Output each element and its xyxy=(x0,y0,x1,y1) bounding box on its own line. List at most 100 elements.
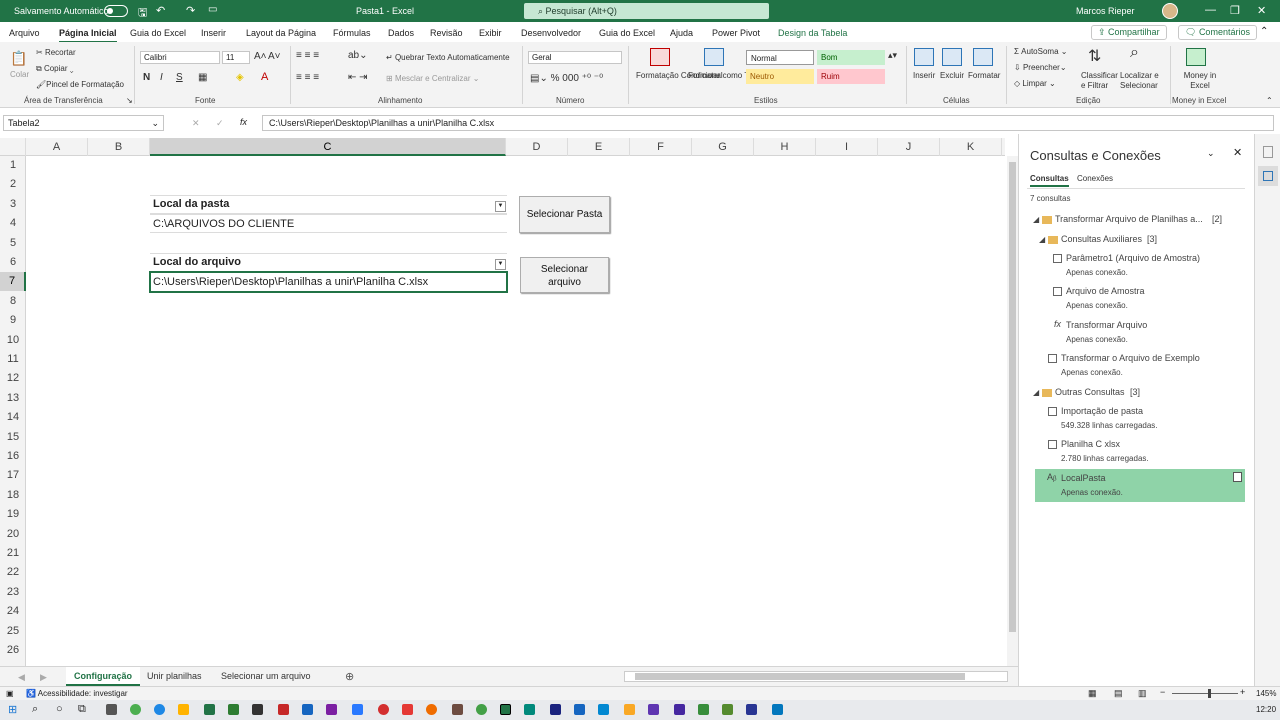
row-header[interactable]: 26 xyxy=(0,641,26,660)
tab-pagina-inicial[interactable]: Página Inicial xyxy=(59,28,117,43)
tab-guia-do-excel[interactable]: Guia do Excel xyxy=(130,28,186,38)
app-icon[interactable] xyxy=(228,704,239,715)
query-group-name[interactable]: Transformar Arquivo de Planilhas a... xyxy=(1055,214,1203,224)
tab-inserir[interactable]: Inserir xyxy=(201,28,226,38)
wrap-text-button[interactable]: ↵ Quebrar Texto Automaticamente xyxy=(386,53,510,62)
italic-icon[interactable]: I xyxy=(160,72,163,83)
column-header-e[interactable]: E xyxy=(568,138,630,156)
query-item-name[interactable]: Transformar o Arquivo de Exemplo xyxy=(1061,353,1200,363)
tab-guia-do-excel-2[interactable]: Guia do Excel xyxy=(599,28,655,38)
borders-icon[interactable]: ▦ xyxy=(198,72,207,83)
font-color-icon[interactable]: A xyxy=(261,71,268,83)
row-header[interactable]: 7 xyxy=(0,272,26,292)
style-normal[interactable]: Normal xyxy=(746,50,814,65)
autosave-toggle[interactable] xyxy=(104,5,128,17)
style-good[interactable]: Bom xyxy=(817,50,885,65)
fill-color-icon[interactable]: ◈ xyxy=(236,72,244,83)
indent-icon[interactable]: ⇤ ⇥ xyxy=(348,72,368,83)
filter-dropdown-icon[interactable]: ▼ xyxy=(495,201,506,212)
close-icon[interactable]: ✕ xyxy=(1257,4,1266,17)
app-icon[interactable] xyxy=(452,704,463,715)
whatsapp-icon[interactable] xyxy=(476,704,487,715)
redo-icon[interactable]: ↷ xyxy=(186,4,195,17)
select-all-corner[interactable] xyxy=(0,138,26,156)
app-icon[interactable] xyxy=(204,704,215,715)
scroll-thumb[interactable] xyxy=(1009,162,1016,632)
tab-queries[interactable]: Consultas xyxy=(1030,174,1069,187)
share-button[interactable]: ⇪ Compartilhar xyxy=(1091,25,1167,40)
column-header-d[interactable]: D xyxy=(506,138,568,156)
search-icon[interactable]: ⌕ xyxy=(32,703,38,716)
page-layout-icon[interactable]: ▤ xyxy=(1114,688,1123,699)
dialog-launcher-icon[interactable]: ↘ xyxy=(126,96,133,105)
query-item-name[interactable]: Arquivo de Amostra xyxy=(1066,286,1145,296)
app-icon[interactable] xyxy=(402,704,413,715)
query-item-name[interactable]: LocalPasta xyxy=(1061,473,1106,483)
row-header[interactable]: 1 xyxy=(0,156,26,175)
autosum-button[interactable]: Σ AutoSoma ⌄ xyxy=(1014,47,1067,56)
cancel-icon[interactable]: ✕ xyxy=(192,118,200,129)
styles-scroll-icon[interactable]: ▴▾ xyxy=(888,50,897,61)
tab-ajuda[interactable]: Ajuda xyxy=(670,28,693,38)
query-group-name[interactable]: Outras Consultas xyxy=(1055,387,1125,397)
app-icon[interactable] xyxy=(106,704,117,715)
underline-icon[interactable]: S xyxy=(176,72,183,83)
document-icon[interactable] xyxy=(1263,146,1273,158)
add-sheet-icon[interactable]: ⊕ xyxy=(345,670,354,683)
horizontal-scrollbar[interactable] xyxy=(624,671,1008,682)
orientation-icon[interactable]: ab⌄ xyxy=(348,50,368,61)
restore-icon[interactable]: ❐ xyxy=(1230,4,1240,17)
sheet-tab-unir-planilhas[interactable]: Unir planilhas xyxy=(139,667,210,686)
task-view-icon[interactable]: ⧉ xyxy=(78,703,86,716)
insert-cells-icon[interactable] xyxy=(914,48,934,66)
row-header[interactable]: 4 xyxy=(0,214,26,233)
cut-button[interactable]: ✂ Recortar xyxy=(36,48,76,57)
row-header[interactable]: 24 xyxy=(0,602,26,621)
pane-toggle-button[interactable] xyxy=(1258,166,1278,186)
save-icon[interactable]: 🖫 xyxy=(138,4,147,23)
column-header-f[interactable]: F xyxy=(630,138,692,156)
row-header[interactable]: 17 xyxy=(0,466,26,485)
peek-icon[interactable] xyxy=(1233,472,1242,482)
money-icon[interactable] xyxy=(1186,48,1206,66)
sheet-tab-configuracao[interactable]: Configuração xyxy=(66,667,141,686)
row-header[interactable]: 3 xyxy=(0,195,26,214)
row-header[interactable]: 5 xyxy=(0,234,26,253)
format-painter-button[interactable]: 🖌Pincel de Formatação xyxy=(36,80,124,89)
tab-arquivo[interactable]: Arquivo xyxy=(9,28,40,38)
filter-dropdown-icon[interactable]: ▼ xyxy=(495,259,506,270)
search-input[interactable]: ⌕ Pesquisar (Alt+Q) xyxy=(524,3,769,19)
row-header[interactable]: 13 xyxy=(0,389,26,408)
tab-formulas[interactable]: Fórmulas xyxy=(333,28,371,38)
select-file-button[interactable]: Selecionar arquivo xyxy=(520,257,609,293)
vertical-scrollbar[interactable] xyxy=(1007,156,1018,666)
query-item-name[interactable]: Planilha C xlsx xyxy=(1061,439,1120,449)
column-header-i[interactable]: I xyxy=(816,138,878,156)
merge-center-button[interactable]: ⊞ Mesclar e Centralizar ⌄ xyxy=(386,74,479,83)
font-name-dropdown[interactable]: Calibri xyxy=(140,51,220,64)
sort-filter-icon[interactable]: ⇅ xyxy=(1088,46,1101,66)
close-pane-icon[interactable]: ✕ xyxy=(1233,146,1242,159)
app-icon[interactable] xyxy=(302,704,313,715)
query-item-name[interactable]: Parâmetro1 (Arquivo de Amostra) xyxy=(1066,253,1200,263)
row-header[interactable]: 8 xyxy=(0,292,26,311)
tab-connections[interactable]: Conexões xyxy=(1077,174,1113,183)
acrobat-icon[interactable] xyxy=(278,704,289,715)
find-select-button[interactable]: Localizar e Selecionar xyxy=(1120,71,1164,91)
accessibility-status[interactable]: ♿ Acessibilidade: investigar xyxy=(26,689,128,698)
zoom-slider[interactable] xyxy=(1172,693,1238,694)
delete-cells-icon[interactable] xyxy=(942,48,962,66)
app-icon[interactable] xyxy=(772,704,783,715)
user-name[interactable]: Marcos Rieper xyxy=(1076,6,1135,16)
word-icon[interactable] xyxy=(574,704,585,715)
query-group-name[interactable]: Consultas Auxiliares xyxy=(1061,234,1142,244)
column-header-j[interactable]: J xyxy=(878,138,940,156)
app-icon[interactable] xyxy=(722,704,733,715)
insert-cells-button[interactable]: Inserir xyxy=(913,71,935,80)
tab-layout-da-pagina[interactable]: Layout da Página xyxy=(246,28,316,38)
select-folder-button[interactable]: Selecionar Pasta xyxy=(519,196,610,233)
avatar[interactable] xyxy=(1162,3,1178,19)
copy-button[interactable]: ⧉ Copiar ⌄ xyxy=(36,64,74,74)
macro-record-icon[interactable]: ▣ xyxy=(6,689,14,698)
collapse-icon[interactable]: ◢ xyxy=(1033,388,1039,397)
